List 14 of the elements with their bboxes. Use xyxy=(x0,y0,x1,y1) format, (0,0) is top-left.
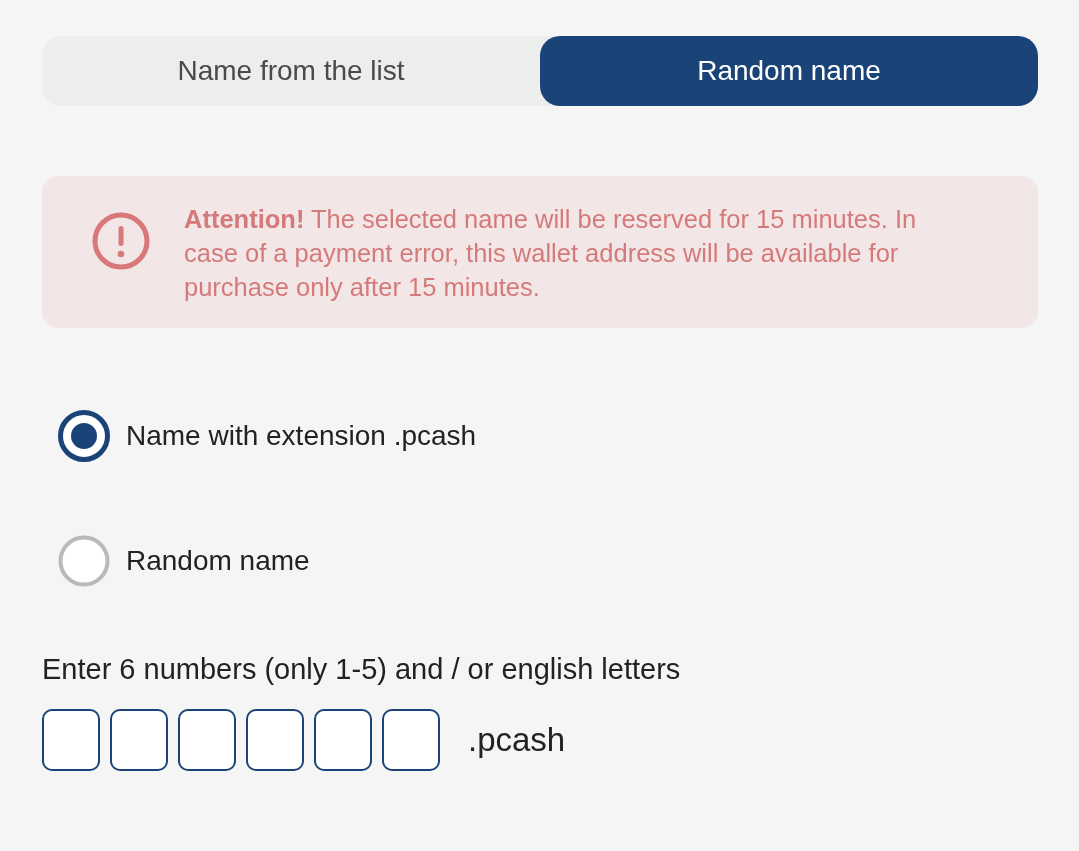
code-instructions-label: Enter 6 numbers (only 1-5) and / or english letters xyxy=(42,652,681,687)
radio-option[interactable]: Random name xyxy=(58,535,310,587)
radio-option[interactable]: Name with extension .pcash xyxy=(58,410,477,462)
code-input-field[interactable] xyxy=(42,709,100,771)
tab[interactable]: Name from the list xyxy=(42,36,540,106)
warning-icon xyxy=(92,212,150,270)
code-input-field[interactable] xyxy=(178,709,236,771)
code-input-field[interactable] xyxy=(382,709,440,771)
alert-message: Attention! The selected name will be reserved for 15 minutes. In case of a payment error, this wallet address will be available for purchase only after 15 minutes. xyxy=(184,204,918,303)
code-input-field[interactable] xyxy=(110,709,168,771)
tab[interactable]: Random name xyxy=(540,36,1038,106)
code-input-field[interactable] xyxy=(314,709,372,771)
domain-suffix: .pcash xyxy=(468,721,566,759)
code-input-field[interactable] xyxy=(246,709,304,771)
